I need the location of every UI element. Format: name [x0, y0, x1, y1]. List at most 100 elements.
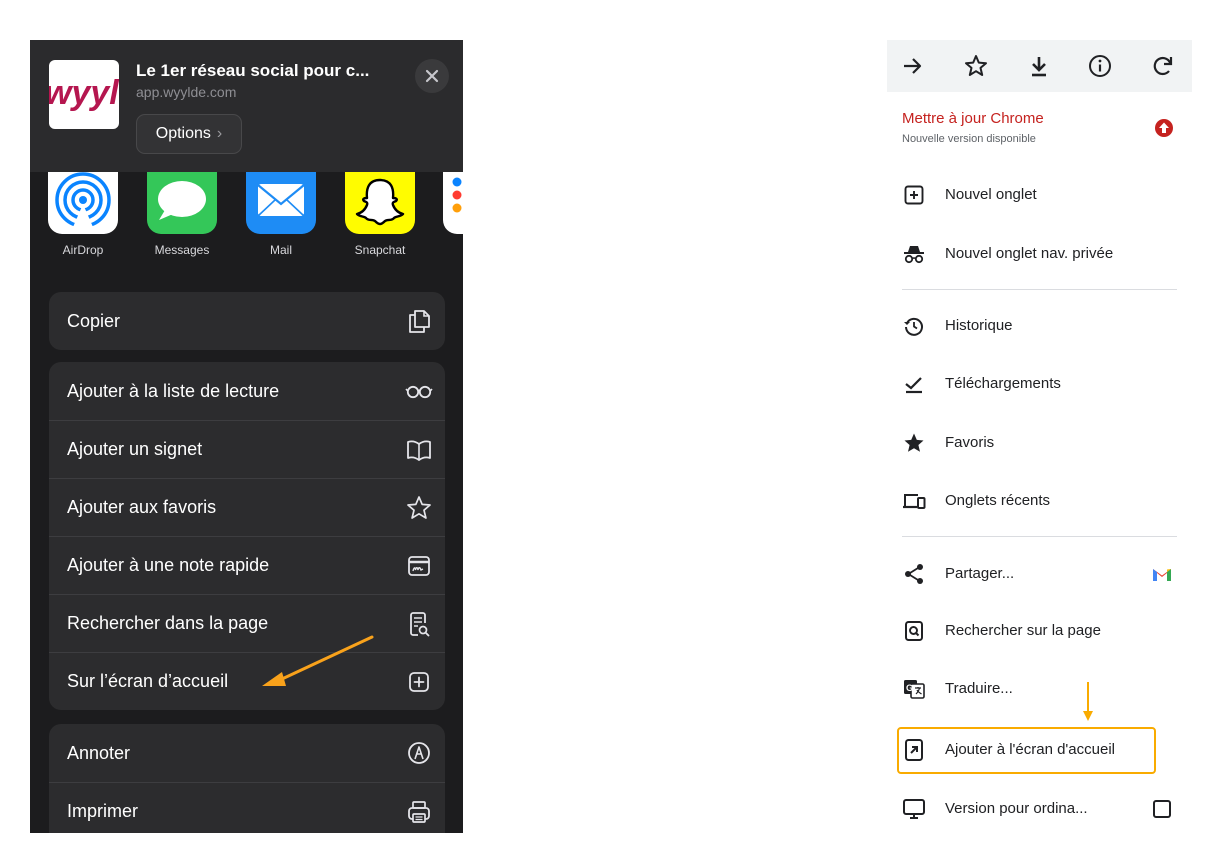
star-icon	[407, 496, 431, 519]
svg-text:G: G	[906, 683, 913, 693]
action-label: Annoter	[67, 742, 131, 763]
share-icon	[905, 564, 923, 584]
gmail-icon[interactable]	[1151, 563, 1173, 585]
update-chrome-title[interactable]: Mettre à jour Chrome	[902, 110, 1044, 127]
update-chrome-subtitle: Nouvelle version disponible	[902, 133, 1036, 145]
site-title: Le 1er réseau social pour c...	[136, 61, 370, 80]
printer-icon	[408, 801, 430, 823]
add-square-icon	[409, 672, 429, 692]
app-mail[interactable]: Mail	[246, 172, 316, 268]
site-url: app.wyylde.com	[136, 84, 237, 100]
site-thumbnail: wyylde	[49, 60, 119, 129]
action-markup[interactable]: Annoter	[49, 724, 445, 782]
app-label: Snapchat	[354, 243, 406, 257]
share-sheet-header: wyylde Le 1er réseau social pour c... ap…	[30, 40, 463, 172]
action-add-to-home-screen[interactable]: Sur l’écran d’accueil	[49, 652, 445, 710]
menu-desktop-site[interactable]: Version pour ordina...	[887, 789, 1177, 829]
forward-icon[interactable]	[897, 51, 927, 81]
app-reminders[interactable]: R	[443, 172, 463, 268]
snapchat-icon	[345, 172, 415, 234]
bookmark-star-icon[interactable]	[961, 51, 991, 81]
book-icon	[407, 440, 431, 461]
menu-label: Onglets récents	[945, 492, 1051, 509]
menu-label: Nouvel onglet nav. privée	[945, 245, 1114, 262]
action-label: Imprimer	[67, 801, 138, 821]
incognito-icon	[904, 246, 924, 264]
app-messages[interactable]: Messages	[147, 172, 217, 268]
update-badge-icon	[1155, 119, 1173, 137]
app-label: AirDrop	[62, 243, 104, 257]
app-share-row: AirDrop Messages Mail Snapchat	[30, 172, 463, 272]
mail-icon	[246, 172, 316, 234]
menu-new-tab[interactable]: Nouvel onglet	[887, 175, 1177, 215]
desktop-site-checkbox[interactable]	[1151, 798, 1173, 820]
app-label: R	[433, 243, 463, 257]
action-label: Ajouter à une note rapide	[67, 555, 270, 575]
menu-label: Traduire...	[945, 680, 1013, 697]
airdrop-icon	[48, 172, 118, 234]
menu-share[interactable]: Partager...	[887, 554, 1177, 594]
find-icon	[905, 621, 923, 641]
action-copy[interactable]: Copier	[49, 292, 445, 350]
action-label: Ajouter à la liste de lecture	[67, 380, 280, 401]
translate-icon: G	[904, 680, 925, 699]
menu-label: Téléchargements	[945, 375, 1061, 392]
info-icon[interactable]	[1085, 51, 1115, 81]
app-airdrop[interactable]: AirDrop	[48, 172, 118, 268]
wyylde-logo: wyylde	[49, 74, 119, 112]
action-label: Copier	[67, 310, 121, 331]
app-snapchat[interactable]: Snapchat	[345, 172, 415, 268]
app-label: Mail	[269, 243, 292, 257]
menu-divider	[902, 289, 1177, 290]
menu-new-incognito-tab[interactable]: Nouvel onglet nav. privée	[887, 234, 1177, 274]
menu-bookmarks[interactable]: Favoris	[887, 423, 1177, 463]
action-label: Sur l’écran d’accueil	[67, 671, 229, 691]
find-in-page-icon	[410, 612, 430, 637]
action-group-copy: Copier	[49, 292, 445, 350]
action-add-bookmark[interactable]: Ajouter un signet	[49, 420, 445, 478]
reminders-icon	[443, 172, 463, 234]
options-button[interactable]: Options ›	[136, 114, 242, 154]
bookmarks-icon	[904, 433, 924, 452]
chevron-right-icon: ›	[216, 125, 223, 142]
action-group-main: Ajouter à la liste de lecture Ajouter un…	[49, 362, 445, 710]
desktop-icon	[903, 799, 925, 819]
action-group-extra: Annoter Imprimer	[49, 724, 445, 833]
action-find-in-page[interactable]: Rechercher dans la page	[49, 594, 445, 652]
ios-share-sheet: wyylde Le 1er réseau social pour c... ap…	[30, 40, 463, 833]
close-icon	[425, 69, 439, 83]
menu-label: Partager...	[945, 565, 1015, 582]
options-label: Options	[155, 125, 211, 142]
menu-recent-tabs[interactable]: Onglets récents	[887, 481, 1177, 521]
action-print[interactable]: Imprimer	[49, 782, 445, 833]
menu-downloads[interactable]: Téléchargements	[887, 364, 1177, 404]
action-add-favorite[interactable]: Ajouter aux favoris	[49, 478, 445, 536]
close-button[interactable]	[415, 59, 449, 93]
svg-text:wyylde: wyylde	[49, 74, 119, 112]
highlight-box	[897, 727, 1156, 774]
action-label: Ajouter un signet	[67, 439, 203, 459]
chrome-toolbar	[887, 40, 1192, 92]
action-reading-list[interactable]: Ajouter à la liste de lecture	[49, 362, 445, 420]
action-quick-note[interactable]: Ajouter à une note rapide	[49, 536, 445, 594]
action-label: Rechercher dans la page	[67, 613, 269, 633]
recent-tabs-icon	[903, 494, 926, 509]
menu-divider	[902, 536, 1177, 537]
downloads-icon	[905, 377, 922, 394]
menu-history[interactable]: Historique	[887, 306, 1177, 346]
menu-label: Rechercher sur la page	[945, 622, 1101, 639]
chrome-menu: Mettre à jour Chrome Nouvelle version di…	[887, 40, 1192, 833]
quick-note-icon	[408, 556, 430, 576]
menu-label: Nouvel onglet	[945, 186, 1037, 203]
new-tab-icon	[904, 185, 924, 205]
messages-icon	[147, 172, 217, 234]
menu-label: Favoris	[945, 434, 995, 451]
menu-find-in-page[interactable]: Rechercher sur la page	[887, 611, 1177, 651]
download-icon[interactable]	[1024, 51, 1054, 81]
reload-icon[interactable]	[1148, 51, 1178, 81]
history-icon	[904, 317, 923, 336]
menu-label: Version pour ordina...	[945, 800, 1088, 817]
copy-icon	[409, 310, 430, 333]
glasses-icon	[405, 385, 433, 399]
menu-translate[interactable]: G Traduire...	[887, 669, 1177, 709]
